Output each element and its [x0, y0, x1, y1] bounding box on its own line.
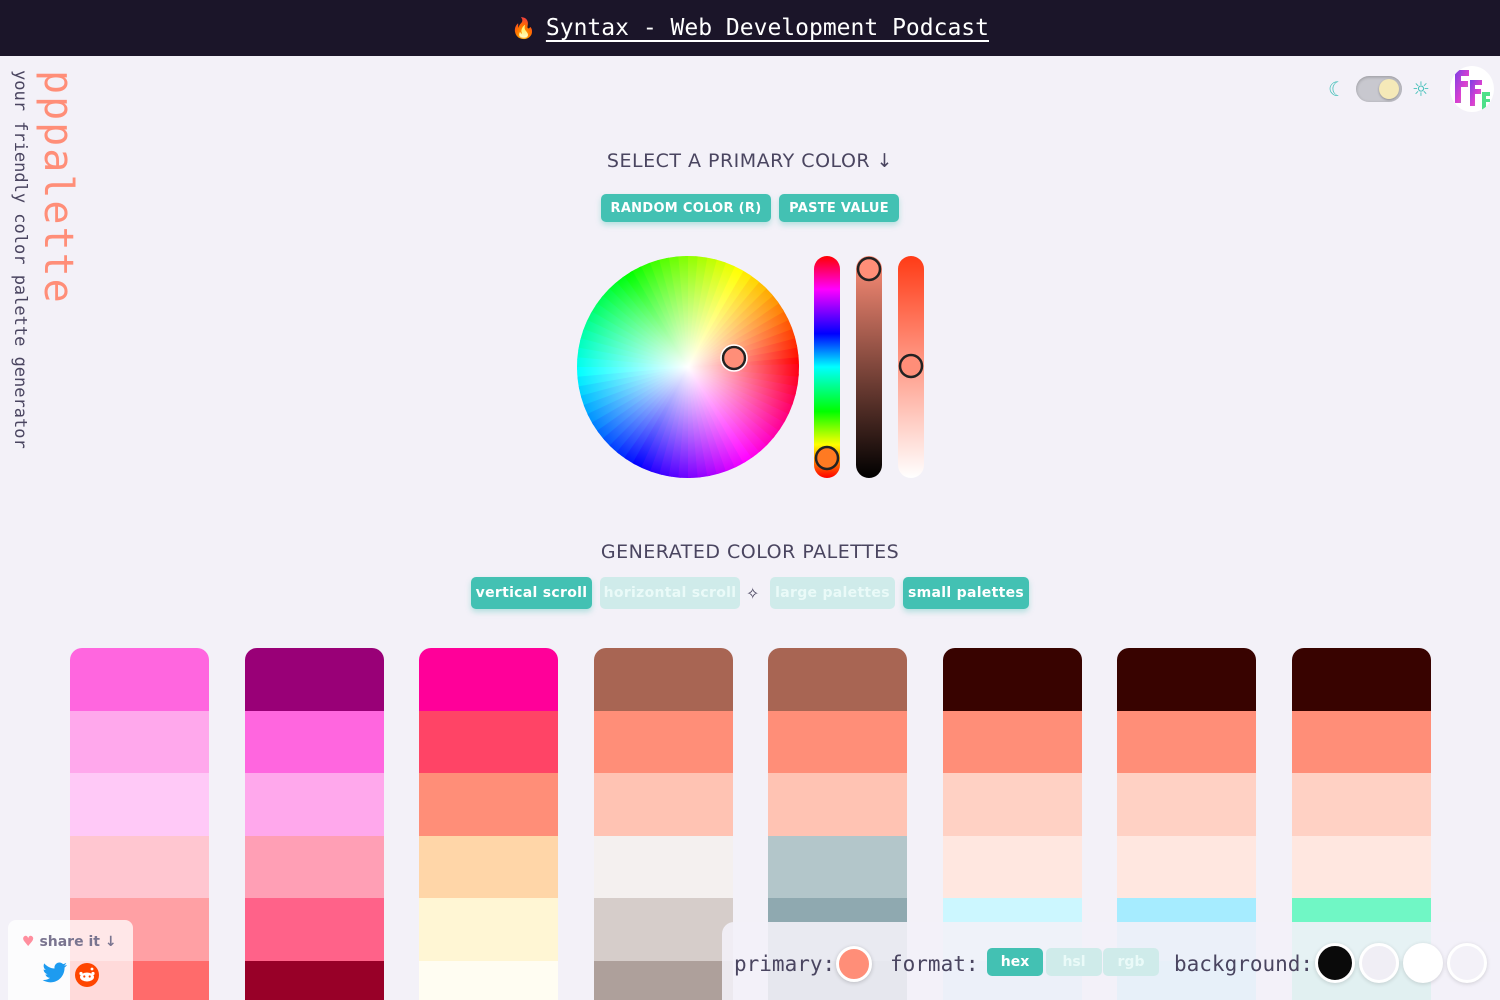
background-black-option[interactable]: [1315, 943, 1355, 983]
color-swatch[interactable]: [943, 835, 1082, 898]
color-swatch[interactable]: [419, 835, 558, 898]
picker-heading: SELECT A PRIMARY COLOR ↓: [606, 150, 894, 172]
color-swatch[interactable]: [943, 710, 1082, 773]
color-swatch[interactable]: [70, 773, 209, 836]
theme-switcher: ☾ ☼: [1328, 76, 1430, 102]
color-wheel[interactable]: [573, 252, 803, 482]
color-swatch[interactable]: [1117, 835, 1256, 898]
color-picker[interactable]: [570, 245, 940, 490]
ff-logo-icon: [1455, 70, 1490, 110]
top-banner: 🔥 Syntax - Web Development Podcast: [0, 0, 1500, 56]
sparkle-icon: ✧: [746, 584, 760, 603]
format-rgb-button[interactable]: rgb: [1103, 948, 1159, 976]
background-label: background:: [1174, 952, 1314, 976]
color-swatch[interactable]: [1117, 710, 1256, 773]
color-swatch[interactable]: [594, 960, 733, 1000]
color-swatch[interactable]: [245, 773, 384, 836]
syntax-podcast-link[interactable]: Syntax - Web Development Podcast: [546, 15, 989, 41]
twitter-icon[interactable]: [42, 962, 68, 984]
color-swatch[interactable]: [419, 960, 558, 1000]
color-swatch[interactable]: [1292, 773, 1431, 836]
heart-icon: ♥: [22, 934, 35, 950]
wheel-handle[interactable]: [721, 345, 747, 371]
color-swatch[interactable]: [594, 710, 733, 773]
small-palettes-toggle[interactable]: small palettes: [903, 577, 1029, 609]
fire-icon: 🔥: [510, 16, 536, 40]
color-swatch[interactable]: [943, 648, 1082, 711]
background-white-option[interactable]: [1403, 943, 1443, 983]
color-swatch[interactable]: [245, 710, 384, 773]
color-swatch[interactable]: [768, 710, 907, 773]
color-swatch[interactable]: [768, 835, 907, 898]
author-logo[interactable]: [1450, 66, 1494, 112]
color-swatch[interactable]: [1292, 648, 1431, 711]
format-label: format:: [890, 952, 979, 976]
share-panel: ♥ share it ↓: [8, 920, 133, 1000]
background-lavender-option[interactable]: [1359, 943, 1399, 983]
color-swatch[interactable]: [1292, 835, 1431, 898]
color-swatch[interactable]: [419, 773, 558, 836]
color-swatch[interactable]: [70, 835, 209, 898]
toggle-knob: [1378, 79, 1399, 99]
random-color-button[interactable]: RANDOM COLOR (R): [601, 194, 771, 222]
theme-toggle[interactable]: [1355, 76, 1402, 102]
app-subtitle: your friendly color palette generator: [10, 70, 30, 449]
color-swatch[interactable]: [1117, 648, 1256, 711]
vertical-scroll-toggle[interactable]: vertical scroll: [471, 577, 592, 609]
sun-icon: ☼: [1411, 77, 1430, 101]
color-swatch[interactable]: [419, 648, 558, 711]
app-title: pppalette: [35, 70, 81, 305]
color-swatch[interactable]: [245, 835, 384, 898]
share-label: ♥ share it ↓: [22, 934, 117, 950]
reddit-icon[interactable]: [74, 962, 100, 988]
color-swatch[interactable]: [70, 710, 209, 773]
primary-color-swatch[interactable]: [836, 946, 872, 982]
color-swatch[interactable]: [594, 898, 733, 961]
color-swatch[interactable]: [943, 773, 1082, 836]
moon-icon: ☾: [1328, 77, 1346, 101]
large-palettes-toggle[interactable]: large palettes: [770, 577, 895, 609]
color-swatch[interactable]: [419, 898, 558, 961]
color-swatch[interactable]: [768, 773, 907, 836]
color-swatch[interactable]: [245, 648, 384, 711]
brightness-handle[interactable]: [856, 256, 882, 282]
palette-4[interactable]: [594, 648, 733, 1000]
hue-slider[interactable]: [814, 256, 840, 478]
controls-bar: primary: format: hex hsl rgb background:: [722, 922, 1500, 1000]
color-swatch[interactable]: [1292, 710, 1431, 773]
color-swatch[interactable]: [245, 960, 384, 1000]
palette-2[interactable]: [245, 648, 384, 1000]
format-hsl-button[interactable]: hsl: [1046, 948, 1102, 976]
color-swatch[interactable]: [768, 648, 907, 711]
color-swatch[interactable]: [594, 773, 733, 836]
hue-handle[interactable]: [814, 445, 840, 471]
color-swatch[interactable]: [245, 898, 384, 961]
color-swatch[interactable]: [70, 648, 209, 711]
primary-label: primary:: [734, 952, 836, 976]
format-hex-button[interactable]: hex: [987, 948, 1043, 976]
palettes-heading: GENERATED COLOR PALETTES: [600, 541, 900, 563]
palette-3[interactable]: [419, 648, 558, 1000]
color-swatch[interactable]: [594, 835, 733, 898]
color-swatch[interactable]: [1117, 773, 1256, 836]
paste-value-button[interactable]: PASTE VALUE: [779, 194, 899, 222]
color-swatch[interactable]: [594, 648, 733, 711]
brightness-slider[interactable]: [856, 256, 882, 478]
horizontal-scroll-toggle[interactable]: horizontal scroll: [600, 577, 740, 609]
saturation-handle[interactable]: [898, 353, 924, 379]
color-swatch[interactable]: [419, 710, 558, 773]
background-light-option[interactable]: [1447, 943, 1487, 983]
